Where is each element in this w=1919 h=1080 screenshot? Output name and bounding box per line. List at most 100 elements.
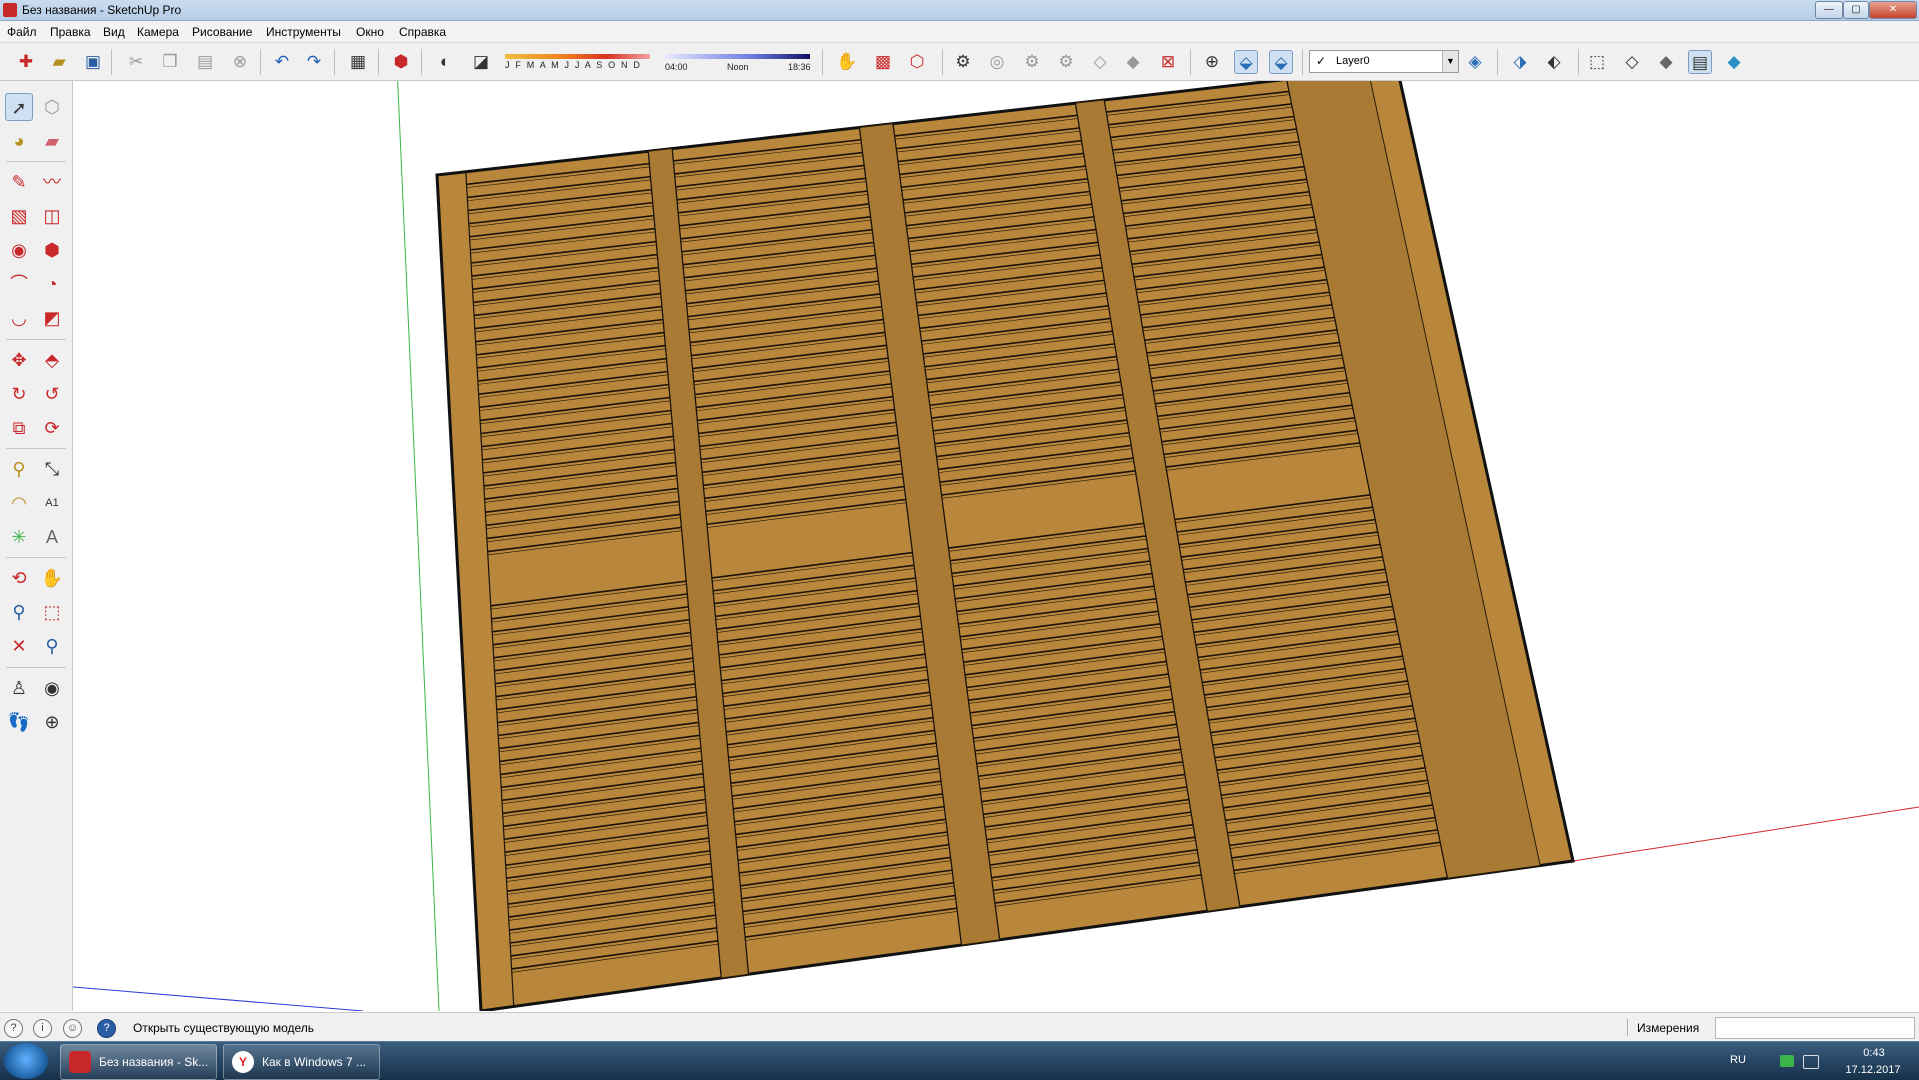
arc-3pt-icon[interactable]: ◡ xyxy=(5,304,33,332)
camera-perspective-icon[interactable]: ⬙ xyxy=(1234,50,1258,74)
polygon-icon[interactable]: ⬢ xyxy=(38,236,66,264)
erase-icon[interactable]: ⊗ xyxy=(228,50,252,74)
paste-icon[interactable]: ▤ xyxy=(193,50,217,74)
measurements-input[interactable] xyxy=(1715,1017,1915,1039)
text-icon[interactable]: A1 xyxy=(38,489,66,517)
layer-manager-icon[interactable]: ◈ xyxy=(1463,50,1487,74)
look-around-icon[interactable]: ◉ xyxy=(38,674,66,702)
textured-icon[interactable]: ◆ xyxy=(1654,50,1678,74)
copy-icon[interactable]: ❐ xyxy=(158,50,182,74)
offset-icon[interactable]: ⟳ xyxy=(38,414,66,442)
zoom-window-icon[interactable]: ⬚ xyxy=(38,598,66,626)
fog-icon[interactable]: ◪ xyxy=(469,50,493,74)
3d-text-icon[interactable]: A xyxy=(38,523,66,551)
tray-network-icon[interactable] xyxy=(1780,1055,1794,1067)
position-camera-icon[interactable]: ♙ xyxy=(5,674,33,702)
rotate-icon[interactable]: ↻ xyxy=(5,380,33,408)
zoom-extents-icon[interactable]: ⊕ xyxy=(1200,50,1224,74)
hand-icon[interactable]: ✋ xyxy=(835,50,859,74)
rotated-rectangle-icon[interactable]: ◫ xyxy=(38,202,66,230)
extension-icon[interactable]: ⬡ xyxy=(905,50,929,74)
circle-icon[interactable]: ◉ xyxy=(5,236,33,264)
freehand-icon[interactable]: 〰 xyxy=(38,168,66,196)
clock-date[interactable]: 17.12.2017 xyxy=(1834,1064,1912,1076)
follow-shape-icon[interactable]: ◩ xyxy=(38,304,66,332)
select-icon[interactable]: ➚ xyxy=(5,93,33,121)
orbit-icon[interactable]: ⟲ xyxy=(5,564,33,592)
monochrome-icon[interactable]: ▤ xyxy=(1688,50,1712,74)
hidden-line-icon[interactable]: ⬚ xyxy=(1585,50,1609,74)
minimize-button[interactable]: — xyxy=(1815,1,1843,19)
tape-measure-icon[interactable]: ⚲ xyxy=(5,455,33,483)
new-icon[interactable]: ✚ xyxy=(14,50,38,74)
right-icon[interactable]: ◆ xyxy=(1121,50,1145,74)
redo-icon[interactable]: ↷ xyxy=(302,50,326,74)
shadows-toggle-icon[interactable]: ◐ xyxy=(433,50,457,74)
layer-dropdown[interactable]: ✓ Layer0 ▼ xyxy=(1309,50,1459,73)
menu-edit[interactable]: Правка xyxy=(50,25,91,39)
style-icon[interactable]: ◆ xyxy=(1722,50,1746,74)
model-scene[interactable] xyxy=(73,81,1919,1011)
dimension-icon[interactable]: ⤡ xyxy=(38,455,66,483)
menu-camera[interactable]: Камера xyxy=(137,25,179,39)
close-button[interactable]: ✕ xyxy=(1869,1,1917,19)
tray-volume-icon[interactable] xyxy=(1803,1055,1819,1069)
move-icon[interactable]: ✥ xyxy=(5,346,33,374)
section-icon[interactable]: ◎ xyxy=(985,50,1009,74)
pencil-icon[interactable]: ✎ xyxy=(5,168,33,196)
credits-icon[interactable]: i xyxy=(33,1019,52,1038)
wireframe-icon[interactable]: ⬖ xyxy=(1542,50,1566,74)
task-yandex[interactable]: Y Как в Windows 7 ... xyxy=(223,1044,380,1080)
menu-view[interactable]: Вид xyxy=(103,25,125,39)
menu-draw[interactable]: Рисование xyxy=(192,25,252,39)
iso-icon[interactable]: ⚙ xyxy=(1020,50,1044,74)
xray-style-icon[interactable]: ⬗ xyxy=(1508,50,1532,74)
user-icon[interactable]: ☺ xyxy=(63,1019,82,1038)
geolocation-icon[interactable]: ? xyxy=(4,1019,23,1038)
menu-help[interactable]: Справка xyxy=(399,25,446,39)
save-icon[interactable]: ▣ xyxy=(81,50,105,74)
push-pull-icon[interactable]: ⬘ xyxy=(38,346,66,374)
paint-bucket-icon[interactable]: ◕ xyxy=(5,127,33,155)
eraser-icon[interactable]: ▰ xyxy=(38,127,66,155)
help-icon[interactable]: ? xyxy=(97,1019,116,1038)
axes-icon[interactable]: ✳ xyxy=(5,523,33,551)
louvered-shutter-model[interactable] xyxy=(435,81,1575,1011)
time-slider[interactable] xyxy=(665,54,810,59)
previous-view-icon[interactable]: ⚲ xyxy=(38,632,66,660)
rectangle-icon[interactable]: ▧ xyxy=(5,202,33,230)
menu-tools[interactable]: Инструменты xyxy=(266,25,341,39)
shaded-icon[interactable]: ◇ xyxy=(1620,50,1644,74)
menu-file[interactable]: Файл xyxy=(7,25,37,39)
walk-icon[interactable]: 👣 xyxy=(5,708,33,736)
component-icon[interactable]: ⬡ xyxy=(38,93,66,121)
menu-window[interactable]: Окно xyxy=(356,25,384,39)
pan-icon[interactable]: ✋ xyxy=(38,564,66,592)
maximize-button[interactable]: ▢ xyxy=(1843,1,1869,19)
print-icon[interactable]: ▦ xyxy=(346,50,370,74)
open-icon[interactable]: ▰ xyxy=(47,50,71,74)
keyboard-language[interactable]: RU xyxy=(1730,1054,1746,1066)
front-icon[interactable]: ◇ xyxy=(1088,50,1112,74)
top-icon[interactable]: ⚙ xyxy=(1054,50,1078,74)
model-viewport[interactable] xyxy=(73,81,1919,1011)
section-plane-icon[interactable]: ⊕ xyxy=(38,708,66,736)
undo-icon[interactable]: ↶ xyxy=(270,50,294,74)
pie-icon[interactable]: ◔ xyxy=(38,270,66,298)
start-button[interactable] xyxy=(4,1043,48,1079)
cut-icon[interactable]: ✂ xyxy=(124,50,148,74)
xray-icon[interactable]: ⚙ xyxy=(951,50,975,74)
task-sketchup[interactable]: Без названия - Sk... xyxy=(60,1044,217,1080)
model-info-icon[interactable]: ⬢ xyxy=(389,50,413,74)
zoom-extents-tool-icon[interactable]: ✕ xyxy=(5,632,33,660)
month-slider[interactable] xyxy=(505,54,650,59)
warehouse-icon[interactable]: ▩ xyxy=(871,50,895,74)
zoom-icon[interactable]: ⚲ xyxy=(5,598,33,626)
arc-icon[interactable]: ⌒ xyxy=(5,270,33,298)
scale-icon[interactable]: ⧉ xyxy=(5,414,33,442)
follow-me-icon[interactable]: ↺ xyxy=(38,380,66,408)
back-icon[interactable]: ⊠ xyxy=(1156,50,1180,74)
protractor-icon[interactable]: ◠ xyxy=(5,489,33,517)
camera-parallel-icon[interactable]: ⬙ xyxy=(1269,50,1293,74)
clock-time[interactable]: 0:43 xyxy=(1844,1047,1904,1059)
